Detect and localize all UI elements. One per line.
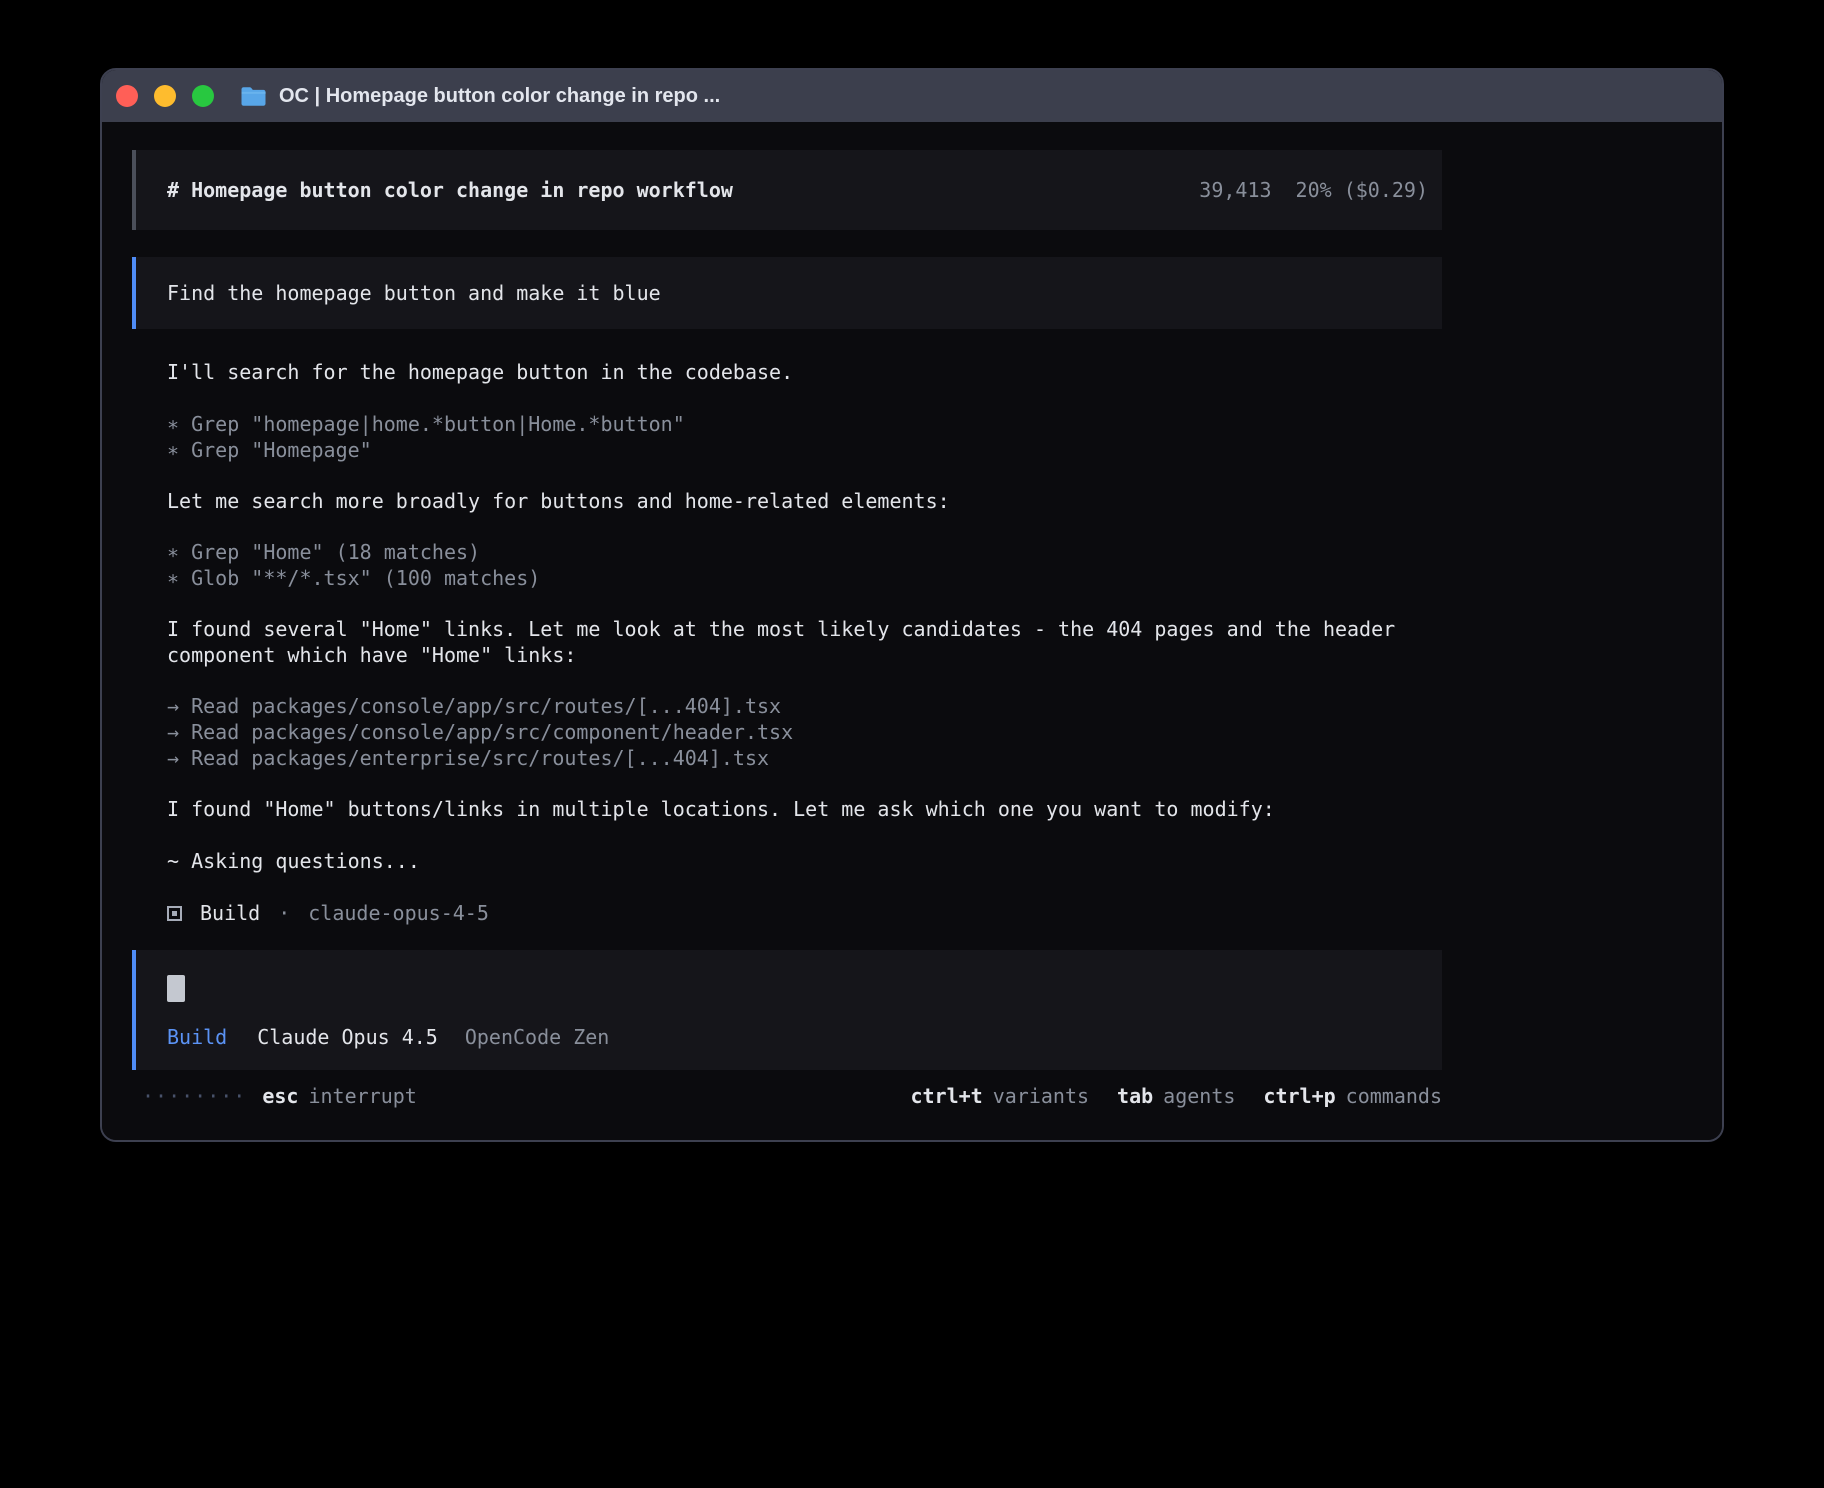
user-message: Find the homepage button and make it blu… bbox=[132, 257, 1442, 329]
shortcut-label: interrupt bbox=[308, 1083, 416, 1109]
input-meta-row: Build Claude Opus 4.5 OpenCode Zen bbox=[167, 1024, 1442, 1050]
tool-call-grep: ∗ Grep "Homepage" bbox=[132, 437, 1442, 463]
window-title: OC | Homepage button color change in rep… bbox=[279, 84, 720, 108]
assistant-text: Let me search more broadly for buttons a… bbox=[132, 488, 1442, 514]
zoom-button[interactable] bbox=[192, 85, 214, 107]
input-provider-label: OpenCode Zen bbox=[465, 1024, 610, 1050]
agent-name: Build bbox=[200, 900, 260, 926]
shortcut-key: ctrl+t bbox=[910, 1083, 982, 1109]
assistant-text: I found "Home" buttons/links in multiple… bbox=[132, 796, 1442, 822]
tool-call-read: → Read packages/console/app/src/routes/[… bbox=[132, 693, 1442, 719]
input-mode-label[interactable]: Build bbox=[167, 1024, 227, 1050]
session-header: # Homepage button color change in repo w… bbox=[132, 150, 1442, 230]
shortcut-variants: ctrl+t variants bbox=[910, 1083, 1089, 1109]
shortcut-label: commands bbox=[1346, 1083, 1442, 1109]
tool-call-grep: ∗ Grep "Home" (18 matches) bbox=[132, 539, 1442, 565]
shortcut-label: variants bbox=[993, 1083, 1089, 1109]
shortcut-key: esc bbox=[262, 1083, 298, 1109]
assistant-text: I'll search for the homepage button in t… bbox=[132, 359, 1442, 385]
shortcut-key: ctrl+p bbox=[1263, 1083, 1335, 1109]
progress-dots: ········ bbox=[142, 1083, 246, 1109]
session-content: # Homepage button color change in repo w… bbox=[132, 150, 1442, 1109]
prompt-input[interactable]: Build Claude Opus 4.5 OpenCode Zen bbox=[132, 950, 1442, 1070]
shortcut-agents: tab agents bbox=[1117, 1083, 1235, 1109]
tool-call-grep: ∗ Grep "homepage|home.*button|Home.*butt… bbox=[132, 411, 1442, 437]
shortcut-interrupt: esc interrupt bbox=[262, 1083, 417, 1109]
agent-model: claude-opus-4-5 bbox=[308, 900, 489, 926]
tool-call-read: → Read packages/console/app/src/componen… bbox=[132, 719, 1442, 745]
agent-status-line: Build · claude-opus-4-5 bbox=[132, 900, 1442, 926]
shortcut-commands: ctrl+p commands bbox=[1263, 1083, 1442, 1109]
user-message-text: Find the homepage button and make it blu… bbox=[167, 280, 661, 306]
titlebar[interactable]: OC | Homepage button color change in rep… bbox=[102, 70, 1722, 122]
close-button[interactable] bbox=[116, 85, 138, 107]
terminal-body: # Homepage button color change in repo w… bbox=[102, 122, 1722, 1140]
text-cursor bbox=[167, 975, 185, 1002]
agent-separator: · bbox=[278, 900, 290, 926]
input-model-label[interactable]: Claude Opus 4.5 bbox=[257, 1024, 438, 1050]
status-bar-shortcuts: ctrl+t variants tab agents ctrl+p comman… bbox=[910, 1083, 1442, 1109]
terminal-window: OC | Homepage button color change in rep… bbox=[100, 68, 1724, 1142]
status-text: ~ Asking questions... bbox=[132, 848, 1442, 874]
context-cost: 20% ($0.29) bbox=[1296, 177, 1428, 203]
shortcut-label: agents bbox=[1163, 1083, 1235, 1109]
agent-icon bbox=[167, 906, 182, 921]
session-stats: 39,413 20% ($0.29) bbox=[1199, 177, 1428, 203]
assistant-text: I found several "Home" links. Let me loo… bbox=[132, 616, 1442, 668]
minimize-button[interactable] bbox=[154, 85, 176, 107]
shortcut-key: tab bbox=[1117, 1083, 1153, 1109]
folder-icon bbox=[240, 86, 267, 107]
token-count: 39,413 bbox=[1199, 177, 1271, 203]
session-title: # Homepage button color change in repo w… bbox=[167, 177, 733, 203]
tool-call-read: → Read packages/enterprise/src/routes/[.… bbox=[132, 745, 1442, 771]
status-bar: ········ esc interrupt ctrl+t variants t… bbox=[132, 1083, 1442, 1109]
tool-call-glob: ∗ Glob "**/*.tsx" (100 matches) bbox=[132, 565, 1442, 591]
